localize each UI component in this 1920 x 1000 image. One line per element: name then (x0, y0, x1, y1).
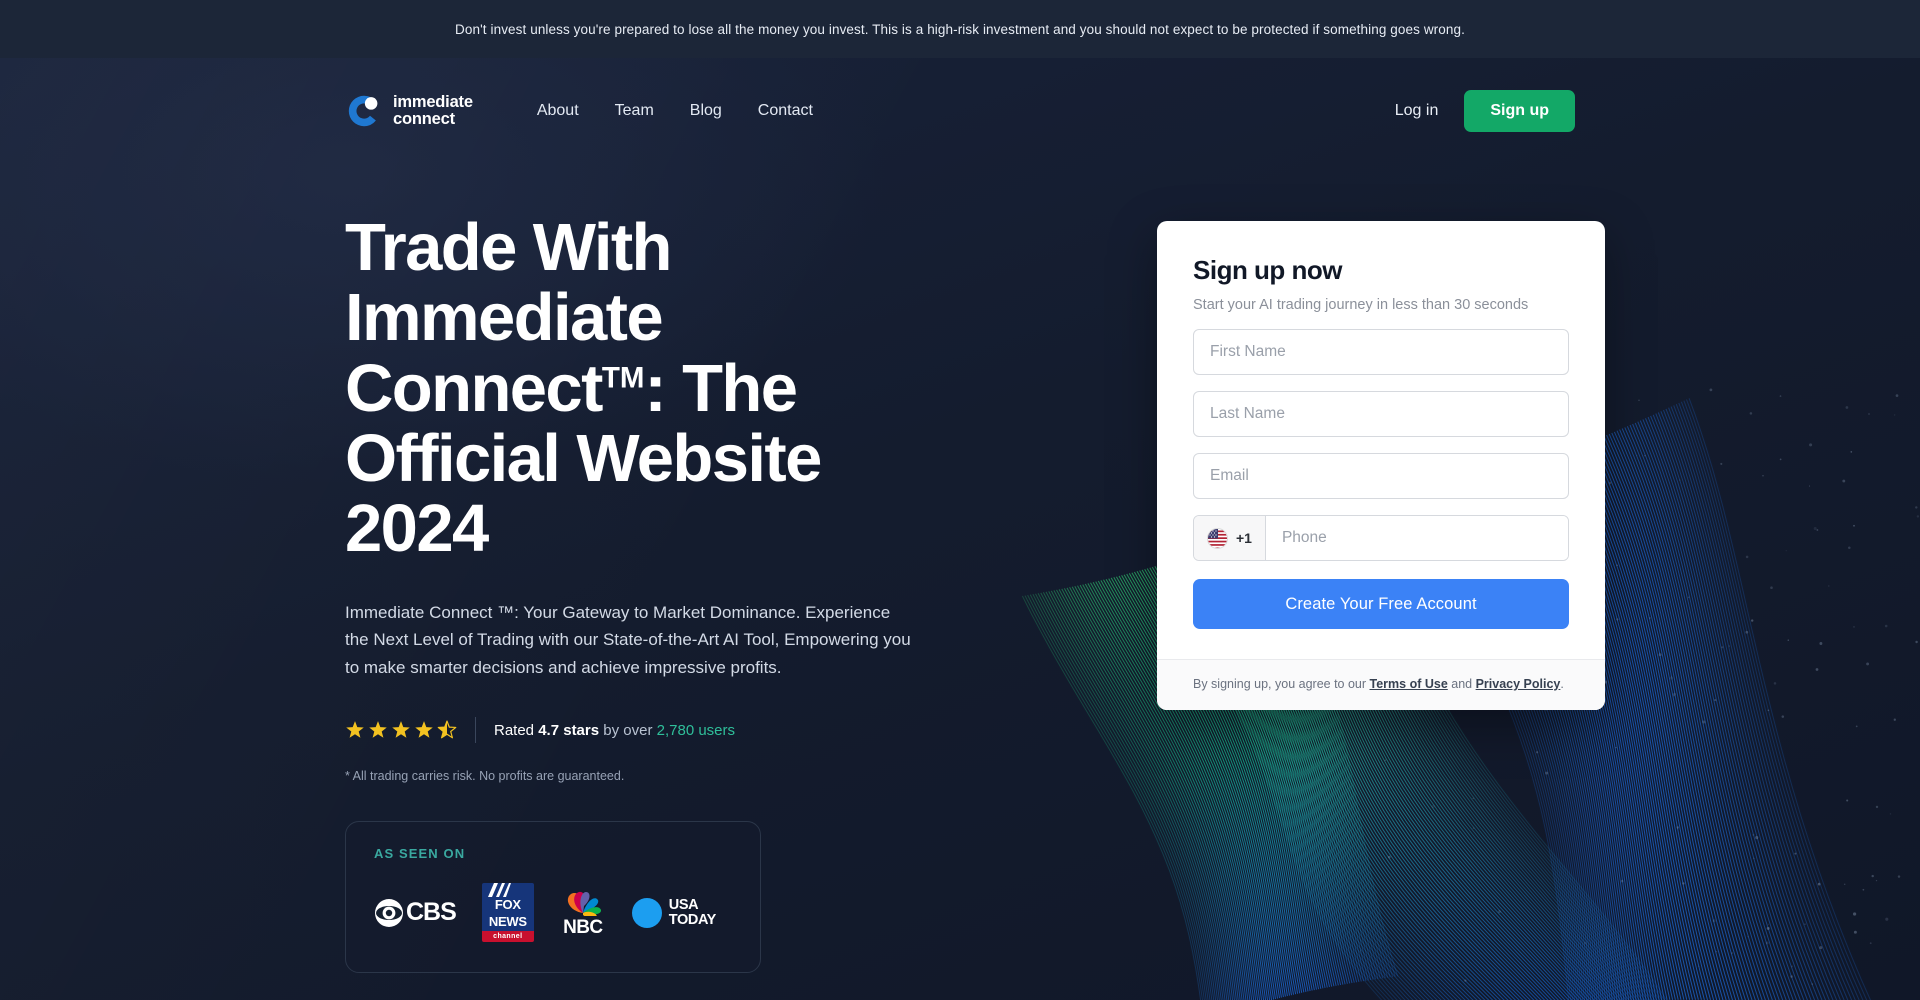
nav-item-about[interactable]: About (537, 102, 579, 120)
header-actions: Log in Sign up (1395, 89, 1575, 132)
fox-news-slashes (481, 883, 534, 898)
nav-item-contact[interactable]: Contact (758, 102, 813, 120)
rating-user-count: 2,780 users (656, 721, 736, 739)
dial-code-label: +1 (1236, 530, 1252, 546)
brand-line-2: connect (393, 109, 455, 128)
star-rating (345, 720, 457, 740)
fox-logo-text-3: channel (481, 931, 534, 943)
signup-button[interactable]: Sign up (1464, 89, 1575, 132)
legal-suffix: . (1560, 677, 1564, 691)
signup-legal-footer: By signing up, you agree to our Terms of… (1157, 659, 1605, 710)
site-header: immediate connect About Team Blog Contac… (0, 58, 1920, 163)
cbs-logo-text: CBS (406, 898, 457, 927)
login-link[interactable]: Log in (1395, 102, 1439, 120)
as-seen-on-label: AS SEEN ON (374, 846, 466, 862)
cbs-eye-icon (375, 898, 403, 927)
rating-text: Rated 4.7 stars by over 2,780 users (494, 722, 735, 739)
brand-wordmark: immediate connect (393, 92, 473, 128)
star-icon (392, 721, 410, 739)
fox-logo-text-2: NEWS (481, 914, 534, 932)
signup-subtitle: Start your AI trading journey in less th… (1193, 297, 1529, 313)
usa-today-line-1: USA (668, 897, 699, 914)
usa-today-wordmark: USA TODAY (668, 897, 717, 928)
hero-subtitle: Immediate Connect ™: Your Gateway to Mar… (345, 602, 911, 677)
email-input[interactable] (1193, 453, 1569, 499)
trademark-symbol: TM (601, 361, 645, 395)
risk-warning-text: Don't invest unless you're prepared to l… (455, 21, 1465, 37)
nbc-peacock-icon (567, 892, 601, 917)
as-seen-on-logos: CBS FOX NEWS channel NBC USA TODAY (374, 883, 732, 943)
page-title: Trade With Immediate ConnectTM: The Offi… (345, 212, 905, 565)
fox-news-logo: FOX NEWS channel (481, 883, 534, 943)
usa-today-logo: USA TODAY (631, 897, 717, 928)
nav-item-blog[interactable]: Blog (690, 102, 722, 120)
hero-left-column: Trade With Immediate ConnectTM: The Offi… (345, 212, 945, 974)
rating-prefix: Rated (494, 721, 539, 739)
cbs-logo: CBS (374, 898, 457, 928)
main-navigation: About Team Blog Contact (537, 102, 813, 120)
phone-row: +1 (1193, 515, 1569, 561)
fox-slash-icon (487, 883, 511, 898)
star-icon (437, 720, 457, 739)
usa-today-dot-icon (631, 897, 662, 928)
rating-score: 4.7 stars (538, 721, 600, 739)
header-inner: immediate connect About Team Blog Contac… (345, 89, 1575, 132)
country-code-select[interactable]: +1 (1194, 516, 1266, 560)
phone-input[interactable] (1265, 516, 1568, 560)
logo-circle-icon (348, 95, 378, 126)
terms-of-use-link[interactable]: Terms of Use (1370, 677, 1448, 691)
star-icon (415, 721, 433, 739)
hero-content: Trade With Immediate ConnectTM: The Offi… (0, 163, 1920, 1000)
star-icon (346, 721, 364, 739)
signup-card: Sign up now Start your AI trading journe… (1157, 221, 1605, 710)
rating-divider (475, 717, 476, 744)
nbc-logo-text: NBC (563, 917, 603, 939)
brand-logo[interactable]: immediate connect (345, 92, 473, 130)
first-name-input[interactable] (1193, 329, 1569, 375)
usa-today-line-2: TODAY (668, 911, 717, 928)
signup-title: Sign up now (1193, 255, 1343, 285)
legal-prefix: By signing up, you agree to our (1193, 677, 1370, 691)
trading-risk-note: * All trading carries risk. No profits a… (345, 769, 625, 784)
nbc-logo: NBC (560, 886, 606, 939)
nav-item-team[interactable]: Team (615, 102, 654, 120)
signup-card-body: Sign up now Start your AI trading journe… (1157, 221, 1605, 659)
fox-logo-text-1: FOX (481, 897, 534, 915)
hero-grid: Trade With Immediate ConnectTM: The Offi… (345, 163, 1605, 1000)
us-flag-icon (1207, 527, 1228, 549)
privacy-policy-link[interactable]: Privacy Policy (1476, 677, 1561, 691)
legal-and: and (1447, 677, 1476, 691)
as-seen-on-panel: AS SEEN ON CBS FOX NEWS channel NBC USA … (345, 821, 761, 974)
rating-middle: by over (599, 721, 657, 739)
last-name-input[interactable] (1193, 391, 1569, 437)
rating-row: Rated 4.7 stars by over 2,780 users (345, 717, 945, 744)
create-account-button[interactable]: Create Your Free Account (1193, 579, 1569, 629)
star-icon (369, 721, 387, 739)
risk-warning-banner: Don't invest unless you're prepared to l… (0, 0, 1920, 58)
brand-line-1: immediate (393, 92, 473, 111)
